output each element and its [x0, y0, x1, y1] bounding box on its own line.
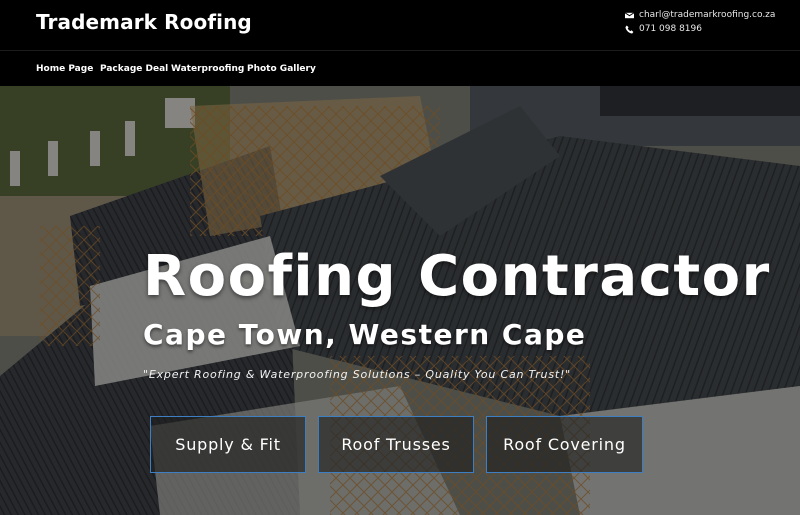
supply-fit-button[interactable]: Supply & Fit: [150, 416, 306, 473]
email-link[interactable]: charl@trademarkroofing.co.za: [639, 8, 775, 22]
nav-home[interactable]: Home Page: [36, 64, 93, 74]
nav-package-deal[interactable]: Package Deal: [100, 64, 168, 74]
site-header: Trademark Roofing charl@trademarkroofing…: [0, 0, 800, 50]
nav-waterproofing[interactable]: Waterproofing: [171, 64, 244, 74]
phone-row[interactable]: 071 098 8196: [625, 22, 775, 36]
email-row[interactable]: charl@trademarkroofing.co.za: [625, 8, 775, 22]
hero-tagline: "Expert Roofing & Waterproofing Solution…: [143, 368, 572, 381]
phone-icon: [625, 24, 634, 34]
hero-subtitle: Cape Town, Western Cape: [143, 318, 587, 351]
contact-info: charl@trademarkroofing.co.za 071 098 819…: [625, 8, 775, 36]
site-title[interactable]: Trademark Roofing: [36, 10, 252, 34]
roof-trusses-button[interactable]: Roof Trusses: [318, 416, 474, 473]
hero-title: Roofing Contractor: [143, 244, 771, 309]
nav-photo-gallery[interactable]: Photo Gallery: [247, 64, 316, 74]
envelope-icon: [625, 11, 634, 18]
roof-covering-button[interactable]: Roof Covering: [486, 416, 643, 473]
hero-section: Roofing Contractor Cape Town, Western Ca…: [0, 86, 800, 515]
main-nav: Home Page Package Deal Waterproofing Pho…: [0, 50, 800, 86]
phone-link[interactable]: 071 098 8196: [639, 22, 702, 36]
